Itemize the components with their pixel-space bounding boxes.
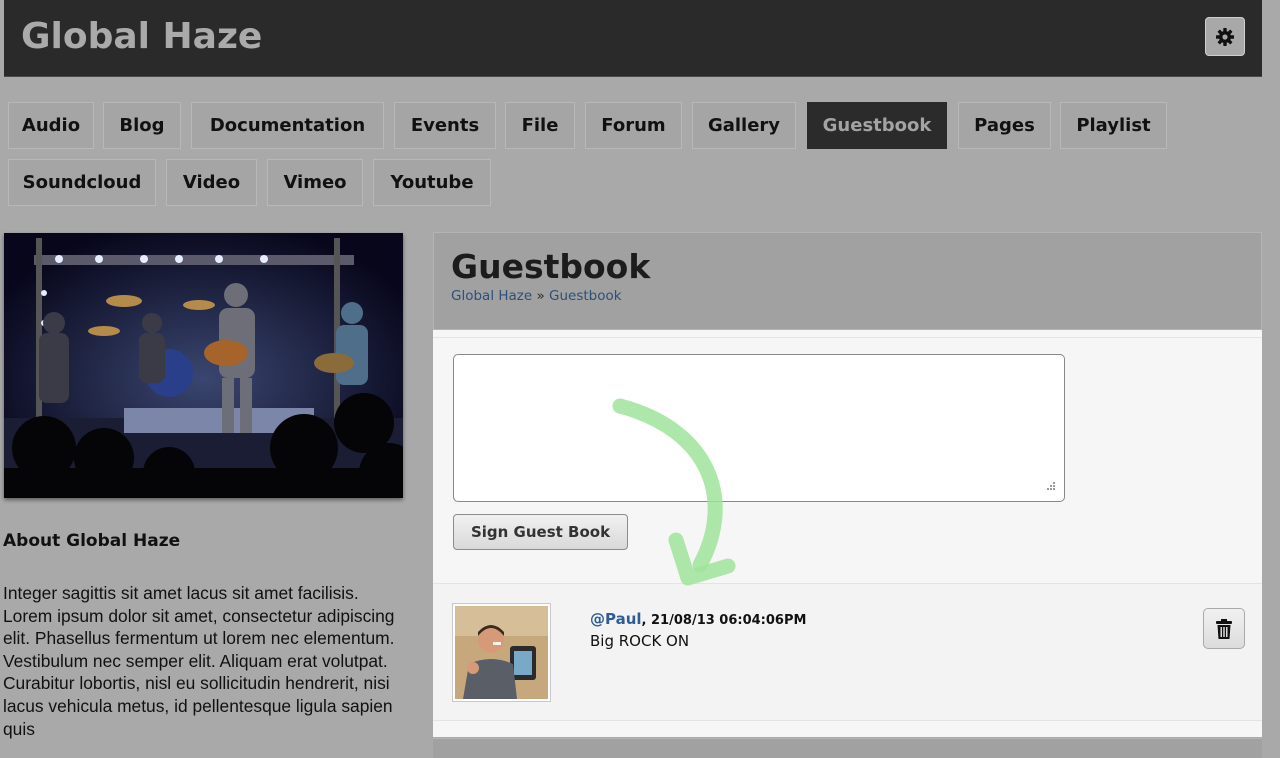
entry-author-link[interactable]: @Paul [590, 610, 642, 628]
nav-gallery[interactable]: Gallery [692, 102, 796, 149]
trash-icon [1216, 618, 1232, 639]
nav-events[interactable]: Events [394, 102, 496, 149]
resize-grip-icon[interactable] [1043, 480, 1057, 494]
nav-pages[interactable]: Pages [958, 102, 1051, 149]
page-header: Guestbook Global Haze » Guestbook [433, 232, 1262, 330]
page-title: Guestbook [451, 247, 651, 286]
nav-video[interactable]: Video [166, 159, 257, 206]
about-heading: About Global Haze [3, 531, 181, 551]
band-photo [4, 233, 403, 498]
divider [433, 337, 1262, 338]
nav-forum[interactable]: Forum [585, 102, 682, 149]
breadcrumb-separator: » [536, 288, 545, 304]
site-header: Global Haze [4, 0, 1262, 77]
breadcrumb-current-link[interactable]: Guestbook [549, 288, 622, 304]
nav-soundcloud[interactable]: Soundcloud [8, 159, 156, 206]
delete-entry-button[interactable] [1203, 608, 1245, 649]
entry-timestamp: , 21/08/13 06:04:06PM [641, 613, 807, 628]
sign-guestbook-button[interactable]: Sign Guest Book [453, 514, 628, 550]
nav-youtube[interactable]: Youtube [373, 159, 491, 206]
settings-button[interactable] [1205, 17, 1245, 56]
nav-audio[interactable]: Audio [8, 102, 94, 149]
entry-meta: @Paul, 21/08/13 06:04:06PM [590, 610, 806, 628]
nav-guestbook[interactable]: Guestbook [807, 102, 947, 149]
entry-message: Big ROCK ON [590, 632, 690, 650]
nav-playlist[interactable]: Playlist [1060, 102, 1167, 149]
avatar[interactable] [452, 603, 551, 702]
message-input[interactable] [453, 354, 1065, 502]
next-section-header [433, 738, 1262, 758]
site-title[interactable]: Global Haze [21, 16, 262, 57]
breadcrumb: Global Haze » Guestbook [451, 288, 622, 304]
gear-icon [1216, 27, 1234, 46]
nav-documentation[interactable]: Documentation [191, 102, 384, 149]
guestbook-panel: Sign Guest Book @Paul, 21/08/13 06:04:06… [433, 330, 1262, 737]
nav-file[interactable]: File [505, 102, 575, 149]
nav-vimeo[interactable]: Vimeo [267, 159, 363, 206]
guestbook-entry: @Paul, 21/08/13 06:04:06PM Big ROCK ON [433, 584, 1262, 720]
divider [433, 720, 1262, 721]
breadcrumb-home-link[interactable]: Global Haze [451, 288, 532, 304]
nav-blog[interactable]: Blog [103, 102, 181, 149]
about-text: Integer sagittis sit amet lacus sit amet… [3, 583, 395, 739]
